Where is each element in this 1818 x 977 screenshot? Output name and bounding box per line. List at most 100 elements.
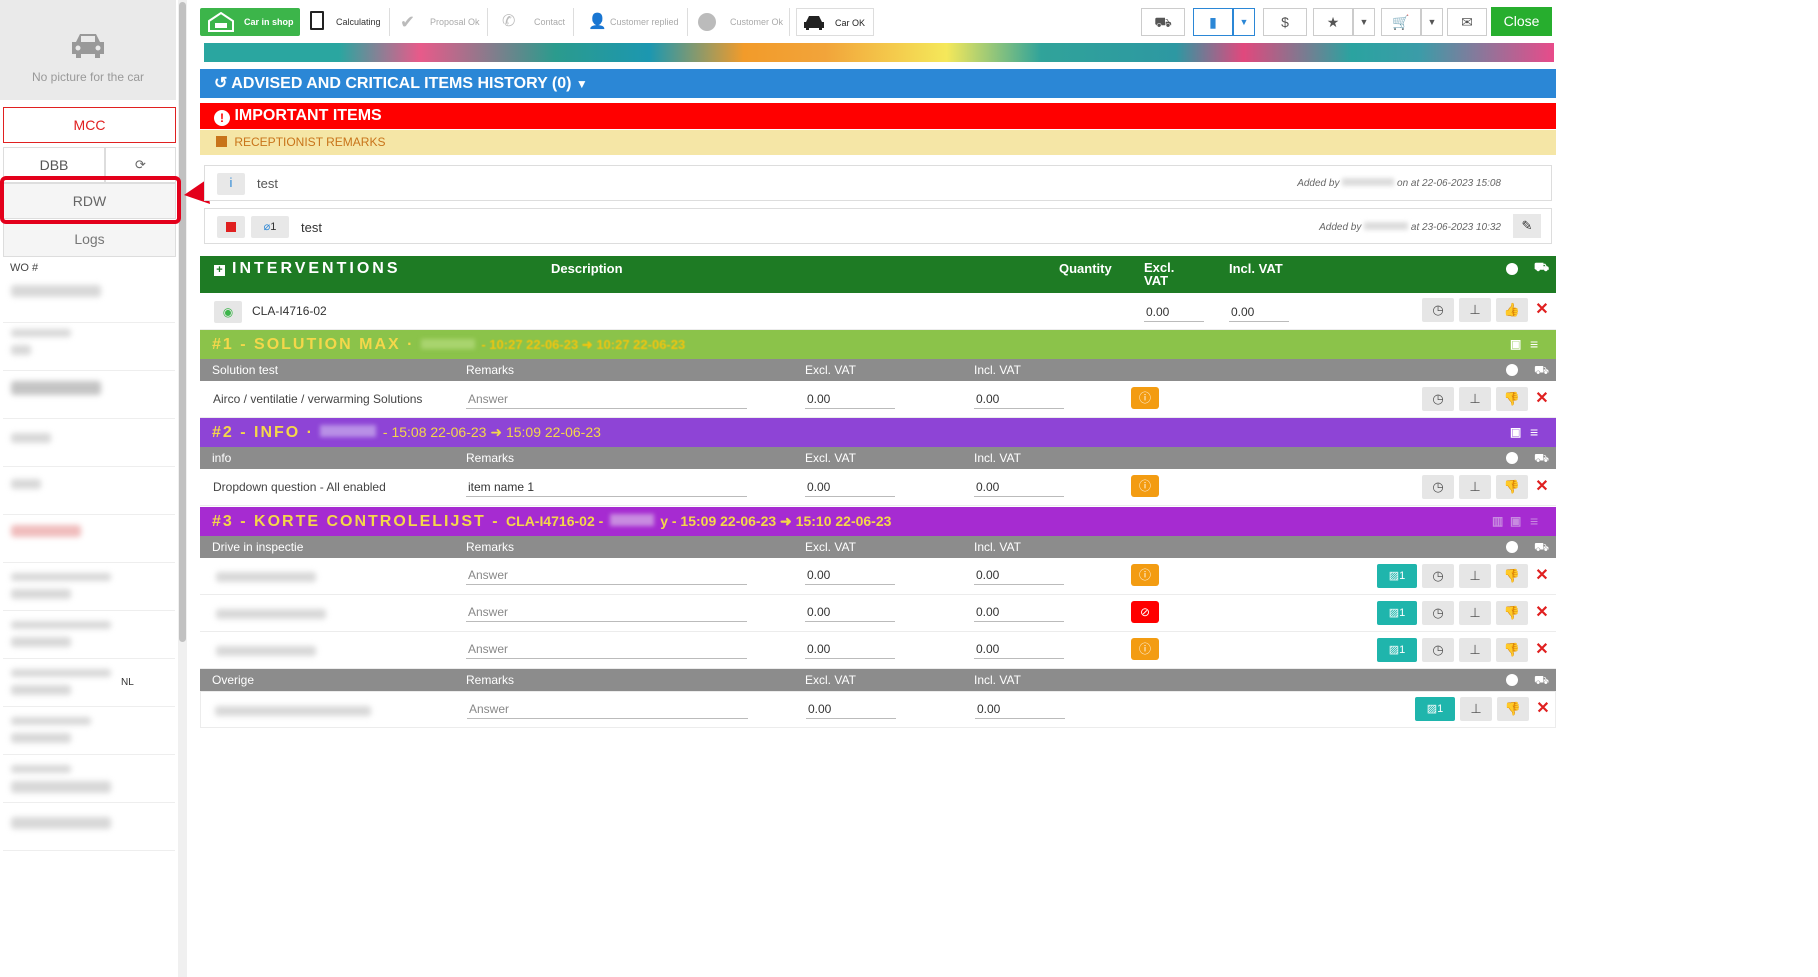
step-car-in-shop[interactable]: Car in shop <box>200 8 300 36</box>
incl-vat-input[interactable]: 0.00 <box>1229 302 1289 322</box>
sidebar-scrollbar-thumb[interactable] <box>179 2 186 642</box>
warning-icon[interactable]: ⓘ <box>1131 475 1159 497</box>
favorite-button[interactable]: ★ <box>1313 8 1353 36</box>
price-button[interactable]: $ <box>1263 8 1307 36</box>
col-excl-vat: Excl. VAT <box>1144 260 1175 288</box>
thumbs-down-icon[interactable]: 👎 <box>1496 387 1528 411</box>
clock-icon[interactable]: ◷ <box>1422 475 1454 499</box>
warning-icon[interactable]: ⓘ <box>1131 387 1159 409</box>
cart-button[interactable]: 🛒 <box>1381 8 1421 36</box>
pdf-icon[interactable]: ▣ <box>1510 418 1523 447</box>
mcc-button[interactable]: MCC <box>3 107 176 143</box>
flag-icon[interactable] <box>217 216 245 238</box>
pdf-icon[interactable]: ▣ <box>1510 507 1523 536</box>
warning-icon[interactable]: ⓘ <box>1131 638 1159 660</box>
pin-icon[interactable]: ⊥ <box>1459 601 1491 625</box>
delete-icon[interactable]: ✕ <box>1536 697 1550 721</box>
thumbs-down-icon[interactable]: 👎 <box>1496 564 1528 588</box>
clock-icon[interactable]: ◷ <box>1422 387 1454 411</box>
delete-icon[interactable]: ✕ <box>1535 601 1549 625</box>
step-label: Contact <box>534 17 566 27</box>
clock-icon[interactable]: ◷ <box>1422 564 1454 588</box>
menu-icon[interactable]: ≡ <box>1530 418 1540 447</box>
car-key-button[interactable]: ⛟ <box>1141 8 1185 36</box>
thumbs-down-icon[interactable]: 👎 <box>1496 601 1528 625</box>
favorite-dropdown[interactable]: ▼ <box>1353 8 1375 36</box>
delete-icon[interactable]: ✕ <box>1535 298 1549 322</box>
excl-vat-input[interactable]: 0.00 <box>805 602 895 622</box>
excl-vat-input[interactable]: 0.00 <box>805 639 895 659</box>
incl-vat-input[interactable]: 0.00 <box>974 389 1064 409</box>
plus-square-icon[interactable]: + <box>214 265 225 276</box>
excl-vat-input[interactable]: 0.00 <box>805 389 895 409</box>
step-label: Customer Ok <box>730 17 784 27</box>
cart-dropdown[interactable]: ▼ <box>1421 8 1443 36</box>
ban-icon[interactable]: ⊘ <box>1131 601 1159 623</box>
menu-icon[interactable]: ≡ <box>1530 330 1540 359</box>
eye-icon[interactable]: ◉ <box>214 301 242 323</box>
trash-icon[interactable]: ▥ <box>1492 507 1505 536</box>
logs-button[interactable]: Logs <box>3 221 176 257</box>
close-button[interactable]: Close <box>1491 7 1552 36</box>
car-key-icon: ⛟ <box>1154 14 1172 30</box>
photos-button[interactable]: ▨1 <box>1377 564 1417 588</box>
thumbs-down-icon[interactable]: 👎 <box>1497 697 1529 721</box>
menu-icon[interactable]: ≡ <box>1530 507 1540 536</box>
incl-vat-input[interactable]: 0.00 <box>974 477 1064 497</box>
delete-icon[interactable]: ✕ <box>1535 475 1549 499</box>
pin-icon[interactable]: ⊥ <box>1459 387 1491 411</box>
photos-button[interactable]: ▨1 <box>1415 697 1455 721</box>
thumbs-down-icon[interactable]: 👎 <box>1496 475 1528 499</box>
incl-vat-input[interactable]: 0.00 <box>974 602 1064 622</box>
remark-input[interactable]: Answer <box>467 699 748 719</box>
step-contact[interactable]: ✆ Contact <box>496 8 574 36</box>
clock-icon[interactable]: ◷ <box>1422 601 1454 625</box>
remark-select[interactable]: item name 1 <box>466 477 747 497</box>
pin-icon[interactable]: ⊥ <box>1459 564 1491 588</box>
clock-icon[interactable]: ◷ <box>1422 298 1454 322</box>
remarks-title: RECEPTIONIST REMARKS <box>234 135 386 149</box>
thumbs-down-icon[interactable]: 👎 <box>1496 638 1528 662</box>
pin-icon[interactable]: ⊥ <box>1459 475 1491 499</box>
pin-icon[interactable]: ⊥ <box>1460 697 1492 721</box>
delete-icon[interactable]: ✕ <box>1535 564 1549 588</box>
pin-icon[interactable]: ⊥ <box>1459 298 1491 322</box>
clock-icon[interactable]: ◷ <box>1422 638 1454 662</box>
history-bar[interactable]: ↺ ADVISED AND CRITICAL ITEMS HISTORY (0)… <box>200 69 1556 98</box>
remark-item: i test Added by on at 22-06-2023 15:08 <box>204 165 1552 201</box>
step-car-ok[interactable]: Car OK <box>796 8 874 36</box>
remark-meta: Added by at 23-06-2023 10:32 <box>1319 222 1501 233</box>
delete-icon[interactable]: ✕ <box>1535 638 1549 662</box>
info-icon[interactable]: i <box>217 173 245 195</box>
excl-vat-input[interactable]: 0.00 <box>806 699 896 719</box>
document-dropdown[interactable]: ▼ <box>1233 8 1255 36</box>
excl-vat-input[interactable]: 0.00 <box>805 565 895 585</box>
photos-button[interactable]: ▨1 <box>1377 601 1417 625</box>
step-calculating[interactable]: Calculating <box>304 8 390 36</box>
incl-vat-input[interactable]: 0.00 <box>974 639 1064 659</box>
list-item <box>3 323 175 371</box>
incl-vat-input[interactable]: 0.00 <box>975 699 1065 719</box>
excl-vat-input[interactable]: 0.00 <box>805 477 895 497</box>
car-icon <box>72 34 104 58</box>
step-proposal-ok[interactable]: ✔ Proposal Ok <box>396 8 488 36</box>
remark-input[interactable]: Answer <box>466 639 747 659</box>
step-customer-replied[interactable]: 👤 Customer replied <box>584 8 688 36</box>
section-title: #2 - INFO · <box>212 424 315 441</box>
photos-button[interactable]: ▨1 <box>1377 638 1417 662</box>
incl-vat-input[interactable]: 0.00 <box>974 565 1064 585</box>
warning-icon[interactable]: ⓘ <box>1131 564 1159 586</box>
attachment-button[interactable]: ⌀1 <box>251 216 289 238</box>
remark-input[interactable]: Answer <box>466 389 747 409</box>
document-button[interactable]: ▮ <box>1193 8 1233 36</box>
pdf-icon[interactable]: ▣ <box>1510 330 1523 359</box>
mail-button[interactable]: ✉ <box>1447 8 1487 36</box>
remark-input[interactable]: Answer <box>466 602 747 622</box>
delete-icon[interactable]: ✕ <box>1535 387 1549 411</box>
thumbs-up-icon[interactable]: 👍 <box>1496 298 1528 322</box>
pin-icon[interactable]: ⊥ <box>1459 638 1491 662</box>
edit-icon[interactable]: ✎ <box>1513 214 1541 238</box>
step-customer-ok[interactable]: Customer Ok <box>696 8 790 36</box>
remark-input[interactable]: Answer <box>466 565 747 585</box>
excl-vat-input[interactable]: 0.00 <box>1144 302 1204 322</box>
